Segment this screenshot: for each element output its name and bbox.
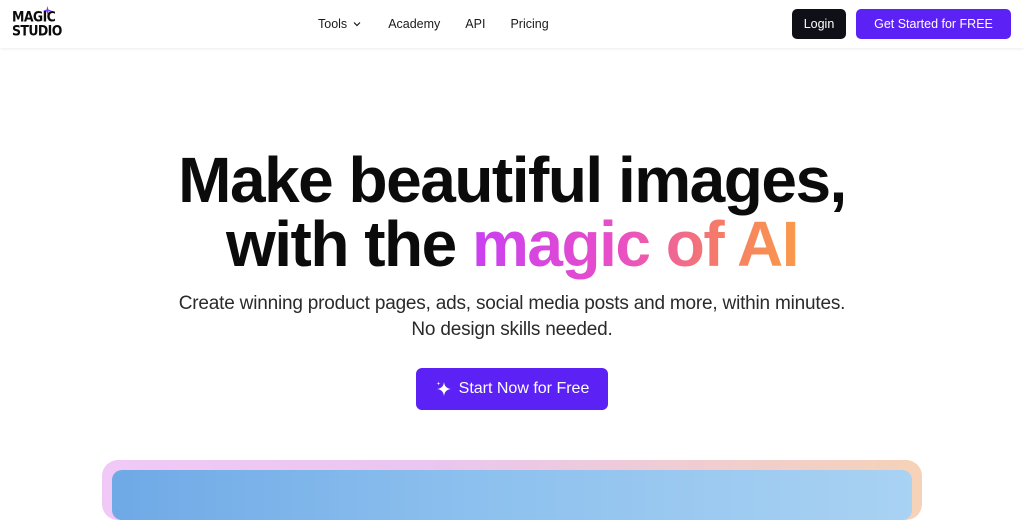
sparkle-icon <box>436 381 451 396</box>
hero-subtitle-line2: No design skills needed. <box>411 319 613 340</box>
hero-title-line1: Make beautiful images, <box>178 144 847 216</box>
hero-title-line2: with the magic of AI <box>0 212 1024 276</box>
nav-item-api[interactable]: API <box>465 17 485 31</box>
nav-item-academy[interactable]: Academy <box>388 17 440 31</box>
main-nav: Tools Academy API Pricing <box>318 0 549 48</box>
chevron-down-icon <box>353 22 361 27</box>
hero-title-plain: with the <box>225 208 472 280</box>
login-button[interactable]: Login <box>792 9 846 39</box>
hero-subtitle: Create winning product pages, ads, socia… <box>0 291 1024 343</box>
nav-item-tools-label: Tools <box>318 17 348 31</box>
hero-title: Make beautiful images, with the magic of… <box>0 148 1024 276</box>
start-now-label: Start Now for Free <box>458 380 590 397</box>
hero-title-gradient: magic of AI <box>471 208 800 280</box>
preview-image <box>112 470 912 520</box>
logo-text-line2: STUDIO <box>12 22 62 39</box>
start-now-button[interactable]: Start Now for Free <box>416 368 608 410</box>
get-started-button[interactable]: Get Started for FREE <box>856 9 1011 39</box>
magic-studio-logo[interactable]: MAGIC STUDIO <box>12 6 62 41</box>
logo-star-icon <box>43 6 52 15</box>
hero-subtitle-line1: Create winning product pages, ads, socia… <box>178 293 846 314</box>
nav-item-tools[interactable]: Tools <box>318 17 362 31</box>
top-navbar: MAGIC STUDIO Tools Academy API Pricing L… <box>0 0 1024 48</box>
nav-item-pricing[interactable]: Pricing <box>510 17 548 31</box>
